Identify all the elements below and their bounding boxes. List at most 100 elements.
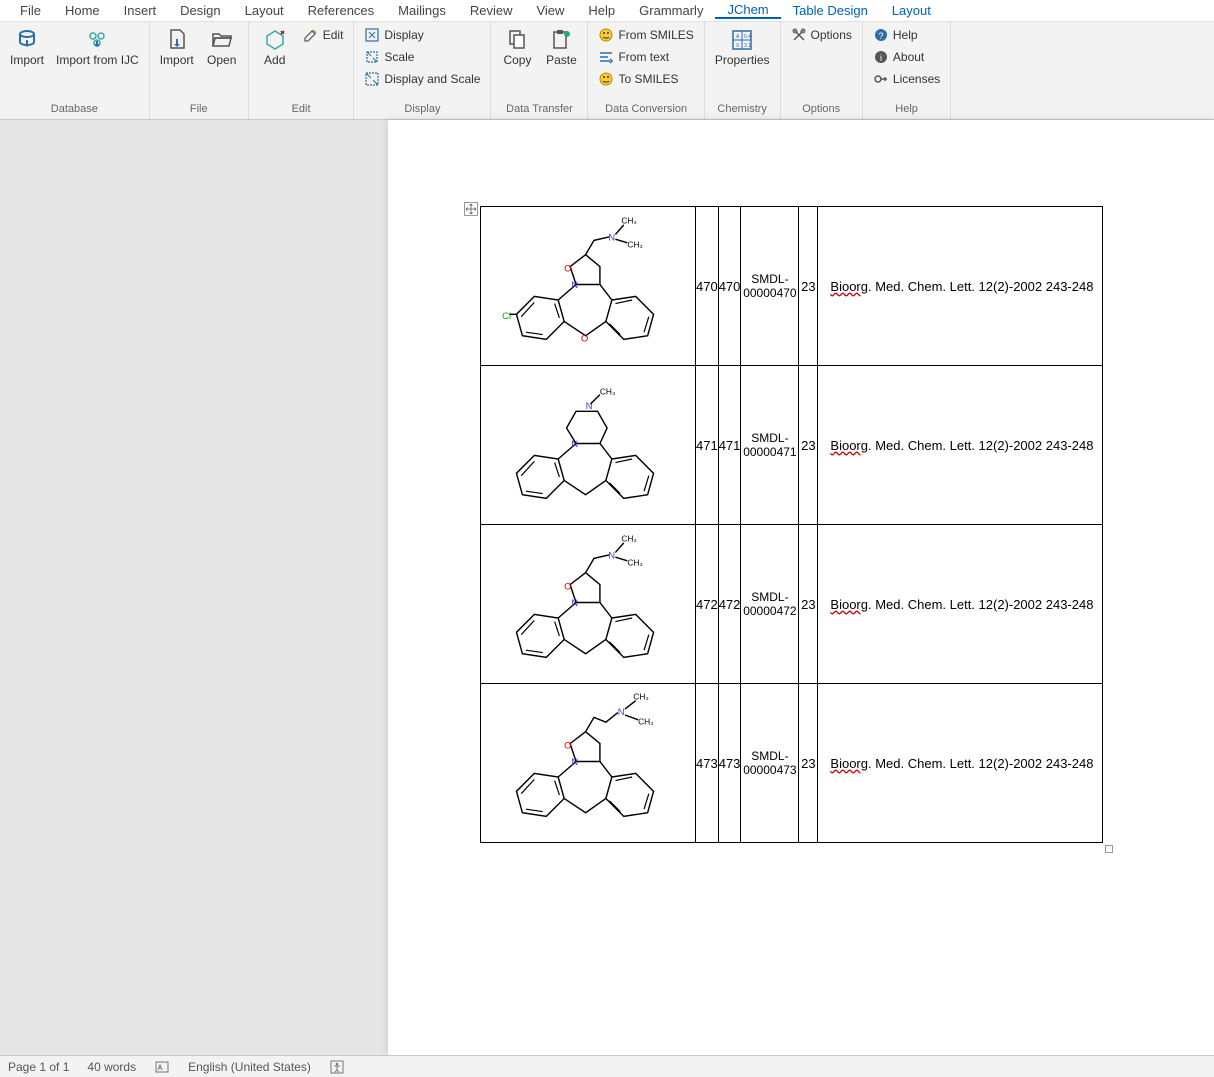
status-page[interactable]: Page 1 of 1 xyxy=(8,1060,69,1074)
tab-mailings[interactable]: Mailings xyxy=(386,3,458,18)
id2-cell[interactable]: 470 xyxy=(718,207,741,366)
ribbon-group-chemistry: A0.4X3.1 Properties Chemistry xyxy=(705,22,781,119)
id1-cell[interactable]: 472 xyxy=(696,525,719,684)
spellcheck-icon[interactable] xyxy=(154,1059,170,1075)
database-import-icon xyxy=(15,28,39,52)
tab-references[interactable]: References xyxy=(296,3,386,18)
properties-icon: A0.4X3.1 xyxy=(730,28,754,52)
svg-text:A: A xyxy=(736,34,740,40)
tab-layout-contextual[interactable]: Layout xyxy=(880,3,943,18)
status-words[interactable]: 40 words xyxy=(87,1060,136,1074)
help-button[interactable]: ? Help xyxy=(869,24,944,46)
copy-icon xyxy=(505,28,529,52)
id2-cell[interactable]: 471 xyxy=(718,366,741,525)
code-cell[interactable]: SMDL-00000472 xyxy=(741,525,799,684)
tab-view[interactable]: View xyxy=(524,3,576,18)
svg-text:3.1: 3.1 xyxy=(744,43,751,49)
scale-icon xyxy=(364,49,380,65)
copy-button[interactable]: Copy xyxy=(497,24,537,67)
count-cell[interactable]: 23 xyxy=(799,207,818,366)
edit-button[interactable]: Edit xyxy=(299,24,348,46)
paste-button[interactable]: Paste xyxy=(541,24,581,67)
import-db-button[interactable]: Import xyxy=(6,24,48,67)
reference-journal: Bioorg xyxy=(830,756,868,771)
status-language[interactable]: English (United States) xyxy=(188,1060,311,1074)
reference-cell[interactable]: Bioorg. Med. Chem. Lett. 12(2)-2002 243-… xyxy=(818,366,1103,525)
import-file-button[interactable]: Import xyxy=(156,24,198,67)
file-import-icon xyxy=(165,28,189,52)
tab-table-design[interactable]: Table Design xyxy=(781,3,880,18)
group-label-database: Database xyxy=(6,101,143,119)
options-button[interactable]: Options xyxy=(787,24,856,46)
ribbon-group-database: Import Import from IJC Database xyxy=(0,22,150,119)
folder-open-icon xyxy=(210,28,234,52)
tab-grammarly[interactable]: Grammarly xyxy=(627,3,715,18)
reference-cell[interactable]: Bioorg. Med. Chem. Lett. 12(2)-2002 243-… xyxy=(818,525,1103,684)
about-button[interactable]: i About xyxy=(869,46,944,68)
id1-cell[interactable]: 471 xyxy=(696,366,719,525)
licenses-button[interactable]: Licenses xyxy=(869,68,944,90)
reference-rest: . Med. Chem. Lett. 12(2)-2002 243-248 xyxy=(868,279,1093,294)
ribbon-group-help: ? Help i About Licenses Help xyxy=(863,22,951,119)
svg-text:0.4: 0.4 xyxy=(744,34,751,40)
code-cell[interactable]: SMDL-00000473 xyxy=(741,684,799,843)
tab-help[interactable]: Help xyxy=(576,3,627,18)
properties-button[interactable]: A0.4X3.1 Properties xyxy=(711,24,774,67)
tab-layout[interactable]: Layout xyxy=(233,3,296,18)
display-scale-button[interactable]: Display and Scale xyxy=(360,68,484,90)
table-row[interactable]: 472 472 SMDL-00000472 23 Bioorg. Med. Ch… xyxy=(481,525,1103,684)
tab-review[interactable]: Review xyxy=(458,3,525,18)
reference-rest: . Med. Chem. Lett. 12(2)-2002 243-248 xyxy=(868,756,1093,771)
import-ijc-label: Import from IJC xyxy=(56,54,139,67)
from-smiles-label: From SMILES xyxy=(618,28,693,42)
from-text-button[interactable]: From text xyxy=(594,46,697,68)
data-table[interactable]: Cl O 470 470 SMDL-00000470 23 Bioorg. Me… xyxy=(480,206,1103,843)
tab-file[interactable]: File xyxy=(8,3,53,18)
to-smiles-button[interactable]: To SMILES xyxy=(594,68,697,90)
structure-cell[interactable]: Cl O xyxy=(481,207,696,366)
tab-jchem[interactable]: JChem xyxy=(715,2,780,19)
table-row[interactable]: N CH₃ CH₃ 473 473 SMDL-00000473 23 Bioor… xyxy=(481,684,1103,843)
id1-cell[interactable]: 473 xyxy=(696,684,719,843)
import-ijc-button[interactable]: Import from IJC xyxy=(52,24,143,67)
display-icon xyxy=(364,27,380,43)
from-smiles-button[interactable]: From SMILES xyxy=(594,24,697,46)
accessibility-icon[interactable] xyxy=(329,1059,345,1075)
code-cell[interactable]: SMDL-00000470 xyxy=(741,207,799,366)
id2-cell[interactable]: 472 xyxy=(718,525,741,684)
table-move-handle[interactable] xyxy=(464,202,478,216)
table-row[interactable]: Cl O 470 470 SMDL-00000470 23 Bioorg. Me… xyxy=(481,207,1103,366)
ijc-import-icon xyxy=(85,28,109,52)
page[interactable]: Cl O 470 470 SMDL-00000470 23 Bioorg. Me… xyxy=(388,120,1214,1055)
reference-journal: Bioorg xyxy=(830,279,868,294)
key-icon xyxy=(873,71,889,87)
tab-home[interactable]: Home xyxy=(53,3,112,18)
id2-cell[interactable]: 473 xyxy=(718,684,741,843)
count-cell[interactable]: 23 xyxy=(799,366,818,525)
count-cell[interactable]: 23 xyxy=(799,684,818,843)
structure-cell[interactable] xyxy=(481,525,696,684)
tab-insert[interactable]: Insert xyxy=(112,3,169,18)
table-resize-handle[interactable] xyxy=(1105,845,1113,853)
svg-text:i: i xyxy=(880,53,882,63)
structure-cell[interactable]: N CH₃ CH₃ xyxy=(481,684,696,843)
ribbon-group-file: Import Open File xyxy=(150,22,249,119)
code-cell[interactable]: SMDL-00000471 xyxy=(741,366,799,525)
add-structure-icon xyxy=(263,28,287,52)
group-label-options: Options xyxy=(787,101,856,119)
structure-cell[interactable]: N N CH₃ xyxy=(481,366,696,525)
count-cell[interactable]: 23 xyxy=(799,525,818,684)
open-button[interactable]: Open xyxy=(202,24,242,67)
id1-cell[interactable]: 470 xyxy=(696,207,719,366)
tab-design[interactable]: Design xyxy=(168,3,232,18)
help-label: Help xyxy=(893,28,918,42)
display-button[interactable]: Display xyxy=(360,24,484,46)
ribbon-group-edit: Add Edit Edit xyxy=(249,22,355,119)
add-button[interactable]: Add xyxy=(255,24,295,67)
reference-cell[interactable]: Bioorg. Med. Chem. Lett. 12(2)-2002 243-… xyxy=(818,684,1103,843)
group-label-data-conversion: Data Conversion xyxy=(594,101,697,119)
reference-cell[interactable]: Bioorg. Med. Chem. Lett. 12(2)-2002 243-… xyxy=(818,207,1103,366)
about-label: About xyxy=(893,50,924,64)
table-row[interactable]: N N CH₃ 471 471 SMDL-00000471 23 Bioorg.… xyxy=(481,366,1103,525)
scale-button[interactable]: Scale xyxy=(360,46,484,68)
